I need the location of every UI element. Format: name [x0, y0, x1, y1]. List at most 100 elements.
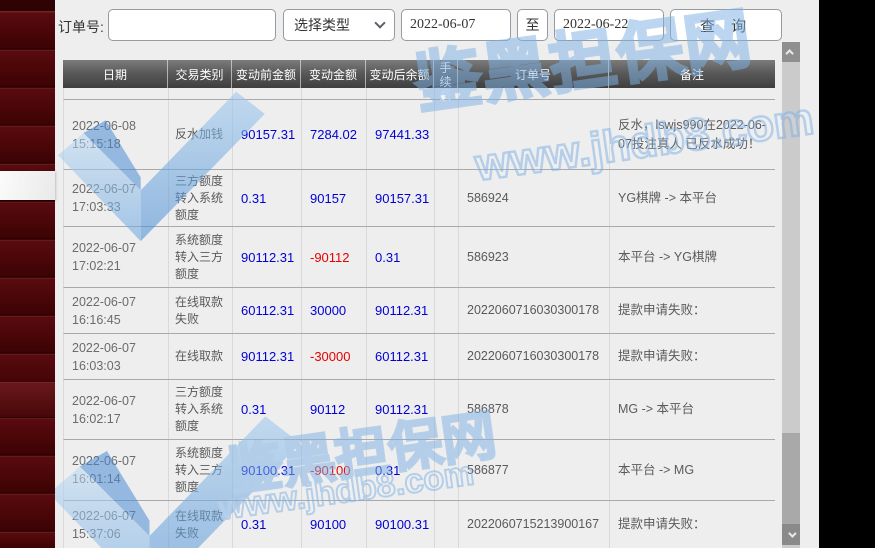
- cell-amount-before: 0.31: [233, 380, 302, 439]
- cell-order-no: 586877: [459, 440, 610, 500]
- cell-order-no: 586923: [459, 227, 610, 287]
- sidebar-highlight-band: [0, 171, 55, 200]
- cell-amount-change: 90112: [302, 380, 367, 439]
- cell-remark: 提款申请失败：: [610, 288, 775, 333]
- cell-fee: [435, 100, 459, 169]
- cell-amount-change: -30000: [302, 334, 367, 379]
- date-from-input[interactable]: [401, 9, 511, 41]
- main-content: 订单号: 选择类型 至 查 询 日期 交易类别 变动前金额 变动金额 变动后余额…: [55, 0, 819, 548]
- table-row: 2022-06-0716:16:45 在线取款失败 60112.31 30000…: [63, 288, 775, 334]
- cell-type: 系统额度转入三方额度: [169, 440, 233, 500]
- sidebar-top-strip: [0, 0, 55, 12]
- order-number-label: 订单号:: [58, 17, 104, 37]
- header-before: 变动前金额: [232, 60, 301, 88]
- cell-date: 2022-06-0716:02:17: [64, 380, 169, 439]
- sidebar-item[interactable]: [0, 278, 55, 315]
- cell-order-no: 2022060716030300178: [459, 334, 610, 379]
- query-button[interactable]: 查 询: [670, 9, 782, 41]
- cell-order-no: 2022060715213900167: [459, 501, 610, 548]
- cell-date: 2022-06-0716:16:45: [64, 288, 169, 333]
- cell-amount-after: 97441.33: [367, 100, 435, 169]
- cell-amount-change: 7284.02: [302, 100, 367, 169]
- table-row: 2022-06-0717:03:33 三方额度转入系统额度 0.31 90157…: [63, 170, 775, 227]
- cell-amount-before: 0.31: [233, 170, 302, 226]
- sidebar-item[interactable]: [0, 50, 55, 87]
- cell-type: 系统额度转入三方额度: [169, 227, 233, 287]
- cell-amount-change: 90100: [302, 501, 367, 548]
- table-row: 2022-06-0716:02:17 三方额度转入系统额度 0.31 90112…: [63, 380, 775, 440]
- vertical-scrollbar: [782, 42, 800, 548]
- cell-amount-before: 90157.31: [233, 100, 302, 169]
- cell-amount-after: 90157.31: [367, 170, 435, 226]
- date-to-input[interactable]: [554, 9, 664, 41]
- table-row: 2022-06-0716:03:03 在线取款 90112.31 -30000 …: [63, 334, 775, 380]
- cell-amount-change: -90112: [302, 227, 367, 287]
- sidebar-item[interactable]: [0, 532, 55, 548]
- cell-amount-after: 60112.31: [367, 334, 435, 379]
- cell-amount-before: 0.31: [233, 501, 302, 548]
- cell-order-no: 586878: [459, 380, 610, 439]
- cell-amount-change: -90100: [302, 440, 367, 500]
- scroll-up-button[interactable]: [782, 42, 800, 62]
- header-after: 变动后余额: [366, 60, 434, 88]
- cell-amount-after: 0.31: [367, 227, 435, 287]
- cell-amount-after: 90100.31: [367, 501, 435, 548]
- sidebar-item[interactable]: [0, 202, 55, 239]
- type-select-value: 选择类型: [294, 15, 376, 35]
- cell-fee: [435, 227, 459, 287]
- cell-remark: YG棋牌 -> 本平台: [610, 170, 775, 226]
- chevron-down-icon: [788, 529, 796, 537]
- cell-remark: 提款申请失败：: [610, 334, 775, 379]
- table-row: 2022-06-0815:15:18 反水加钱 90157.31 7284.02…: [63, 100, 775, 170]
- cell-date: 2022-06-0717:03:33: [64, 170, 169, 226]
- cell-order-no: [459, 100, 610, 169]
- sidebar-item[interactable]: [0, 494, 55, 531]
- chevron-down-icon: [374, 17, 385, 28]
- cell-amount-change: 90157: [302, 170, 367, 226]
- transactions-table: 日期 交易类别 变动前金额 变动金额 变动后余额 手续费 订单号 备注 2022…: [63, 60, 775, 548]
- sidebar-item-active[interactable]: [0, 382, 55, 418]
- header-order: 订单号: [458, 60, 609, 88]
- cell-remark: 反水，lswjs990在2022-06-07投注真人 已反水成功！: [610, 100, 775, 169]
- cell-fee: [435, 501, 459, 548]
- header-change: 变动金额: [301, 60, 366, 88]
- sidebar-item[interactable]: [0, 316, 55, 353]
- date-range-to-label: 至: [517, 9, 548, 41]
- order-number-input[interactable]: [108, 9, 276, 41]
- cell-fee: [435, 440, 459, 500]
- table-row: 2022-06-0715:37:06 在线取款失败 0.31 90100 901…: [63, 501, 775, 548]
- cell-type: 在线取款失败: [169, 288, 233, 333]
- table-row-partial: [63, 88, 775, 100]
- sidebar-item[interactable]: [0, 418, 55, 455]
- cell-amount-before: 90112.31: [233, 227, 302, 287]
- cell-order-no: 2022060716030300178: [459, 288, 610, 333]
- cell-amount-before: 90100.31: [233, 440, 302, 500]
- sidebar-item[interactable]: [0, 12, 55, 49]
- cell-fee: [435, 334, 459, 379]
- cell-remark: 本平台 -> MG: [610, 440, 775, 500]
- sidebar-item[interactable]: [0, 240, 55, 277]
- cell-type: 在线取款: [169, 334, 233, 379]
- sidebar-item[interactable]: [0, 88, 55, 125]
- cell-amount-before: 90112.31: [233, 334, 302, 379]
- sidebar-item[interactable]: [0, 126, 55, 163]
- cell-fee: [435, 170, 459, 226]
- cell-order-no: 586924: [459, 170, 610, 226]
- cell-date: 2022-06-0716:03:03: [64, 334, 169, 379]
- scrollbar-thumb[interactable]: [782, 433, 800, 524]
- cell-date: 2022-06-0716:01:14: [64, 440, 169, 500]
- cell-type: 三方额度转入系统额度: [169, 380, 233, 439]
- header-type: 交易类别: [168, 60, 232, 88]
- cell-type: 反水加钱: [169, 100, 233, 169]
- scroll-down-button[interactable]: [782, 524, 800, 545]
- sidebar-item[interactable]: [0, 456, 55, 493]
- cell-fee: [435, 288, 459, 333]
- cell-remark: 提款申请失败：: [610, 501, 775, 548]
- cell-type: 在线取款失败: [169, 501, 233, 548]
- table-header-row: 日期 交易类别 变动前金额 变动金额 变动后余额 手续费 订单号 备注: [63, 60, 775, 88]
- cell-date: 2022-06-0717:02:21: [64, 227, 169, 287]
- header-remark: 备注: [609, 60, 775, 88]
- cell-date: 2022-06-0815:15:18: [64, 100, 169, 169]
- type-select[interactable]: 选择类型: [283, 9, 395, 41]
- cell-amount-change: 30000: [302, 288, 367, 333]
